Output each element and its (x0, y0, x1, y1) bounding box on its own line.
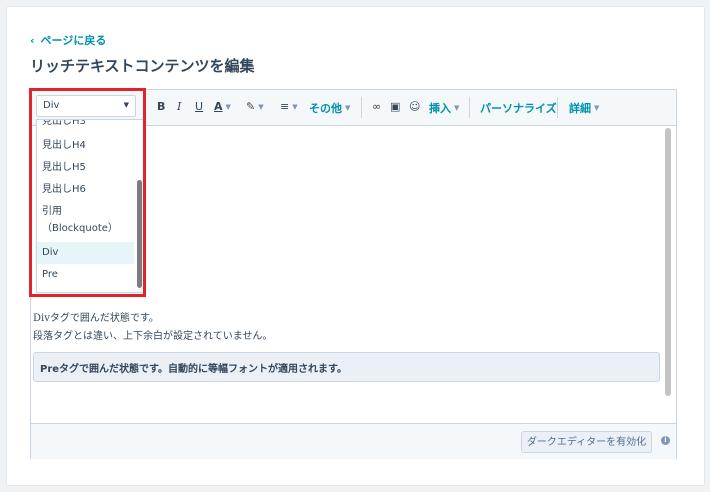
back-link[interactable]: ‹ ページに戻る (30, 32, 106, 48)
font-color-button[interactable]: A ▼ (214, 100, 231, 113)
toolbar-divider (361, 97, 362, 118)
format-select-value: Div (43, 100, 60, 111)
pen-icon: ✎ (246, 100, 256, 113)
other-menu-label: その他 (309, 102, 342, 115)
dropdown-option-div[interactable]: Div (37, 242, 134, 264)
content-scrollbar[interactable] (665, 128, 671, 396)
back-link-label: ページに戻る (40, 34, 107, 47)
dropdown-option-h3[interactable]: 見出しH3 (37, 120, 134, 130)
dropdown-option-pre[interactable]: Pre (37, 265, 134, 285)
dropdown-option-blockquote-sub: （Blockquote） (42, 223, 118, 234)
other-menu-button[interactable]: その他 ▼ (309, 100, 350, 116)
insert-menu-label: 挿入 (429, 102, 451, 115)
image-button[interactable]: ▣ (390, 100, 400, 113)
info-icon[interactable]: i (661, 436, 670, 445)
align-button[interactable]: ≡ ▼ (280, 100, 298, 113)
personalize-button[interactable]: パーソナライズ (480, 100, 557, 116)
align-left-icon: ≡ (280, 100, 290, 113)
highlight-button[interactable]: ✎ ▼ (246, 100, 264, 113)
pre-block: Preタグで囲んだ状態です。自動的に等幅フォントが適用されます。 (33, 352, 660, 382)
dropdown-option-h6[interactable]: 見出しH6 (37, 180, 134, 200)
italic-button[interactable]: I (177, 100, 181, 113)
emoji-button[interactable]: ☺ (409, 100, 420, 113)
chevron-left-icon: ‹ (30, 33, 35, 47)
details-menu-button[interactable]: 詳細 ▼ (569, 100, 599, 116)
page-title: リッチテキストコンテンツを編集 (30, 57, 255, 75)
chevron-down-icon: ▼ (258, 102, 264, 111)
font-color-icon: A (214, 100, 223, 113)
chevron-down-icon: ▼ (123, 101, 129, 109)
format-select[interactable]: Div ▼ (36, 95, 136, 117)
dark-editor-button[interactable]: ダークエディターを有効化 (521, 431, 652, 453)
dropdown-option-h5[interactable]: 見出しH5 (37, 158, 134, 178)
dropdown-option-blockquote[interactable]: 引用 (37, 204, 134, 220)
details-menu-label: 詳細 (569, 102, 591, 115)
emoji-icon: ☺ (409, 100, 421, 113)
dropdown-option-h4[interactable]: 見出しH4 (37, 136, 134, 156)
editor-footer: ダークエディターを有効化 i (31, 423, 676, 459)
underline-button[interactable]: U (195, 100, 203, 113)
link-icon: ∞ (372, 100, 382, 113)
chevron-down-icon: ▼ (594, 104, 600, 112)
image-icon: ▣ (390, 100, 401, 113)
div-text-line-1: Divタグで囲んだ状態です。 (33, 313, 159, 324)
format-dropdown: 見出しH3 見出しH4 見出しH5 見出しH6 引用 （Blockquote） … (36, 119, 146, 293)
link-button[interactable]: ∞ (372, 100, 381, 113)
div-text-line-2: 段落タグとは違い、上下余白が設定されていません。 (33, 331, 273, 342)
chevron-down-icon: ▼ (345, 104, 351, 112)
chevron-down-icon: ▼ (454, 104, 460, 112)
bold-button[interactable]: B (157, 100, 165, 113)
chevron-down-icon: ▼ (225, 102, 231, 111)
insert-menu-button[interactable]: 挿入 ▼ (429, 100, 459, 116)
toolbar-divider (469, 97, 470, 118)
dropdown-scrollbar[interactable] (137, 180, 142, 288)
toolbar-divider (557, 97, 558, 118)
chevron-down-icon: ▼ (292, 102, 298, 111)
